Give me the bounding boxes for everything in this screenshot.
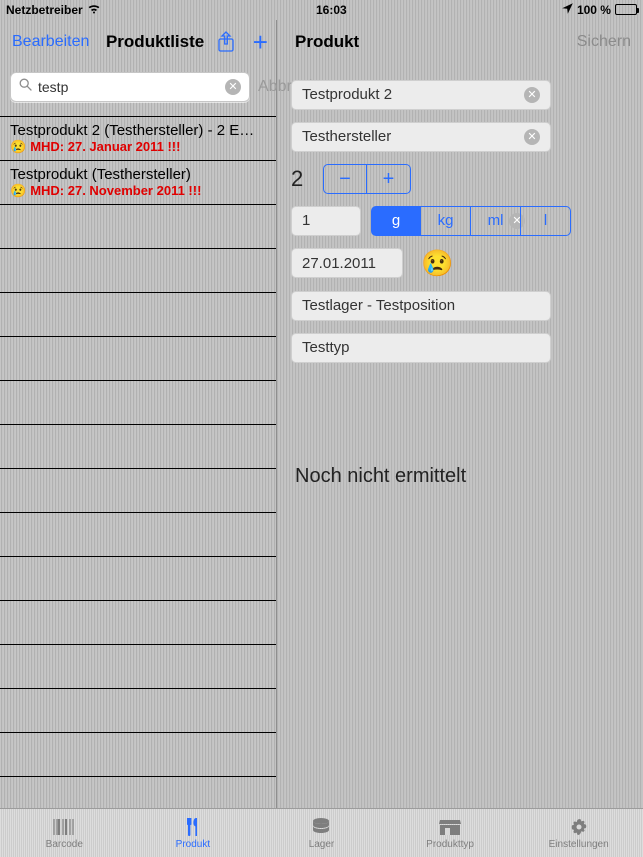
right-navbar: Produkt Sichern <box>277 20 643 64</box>
tab-produkttyp[interactable]: Produkttyp <box>386 809 515 857</box>
storage-field[interactable]: Testlager - Testposition <box>291 291 551 321</box>
status-bar: Netzbetreiber 16:03 100 % <box>0 0 643 20</box>
unit-row: ✕ g kg ml l <box>291 206 629 236</box>
clear-name-button[interactable]: ✕ <box>524 87 540 103</box>
tab-lager[interactable]: Lager <box>257 809 386 857</box>
list-item-title: Testprodukt 2 (Testhersteller) - 2 E… <box>10 122 266 139</box>
right-title: Produkt <box>295 32 359 52</box>
list-item[interactable] <box>0 381 276 425</box>
list-item-mhd: 😢 MHD: 27. Januar 2011 !!! <box>10 139 266 155</box>
list-item[interactable] <box>0 205 276 249</box>
list-item[interactable] <box>0 249 276 293</box>
search-input[interactable] <box>38 79 219 95</box>
quantity-value: 2 <box>291 166 309 192</box>
list-item[interactable]: Testprodukt 2 (Testhersteller) - 2 E… 😢 … <box>0 117 276 161</box>
list-item[interactable] <box>0 733 276 777</box>
list-item[interactable] <box>0 645 276 689</box>
qty-plus-button[interactable]: + <box>367 164 411 194</box>
tab-label: Einstellungen <box>549 839 609 850</box>
share-button[interactable] <box>217 31 235 53</box>
tab-produkt[interactable]: Produkt <box>129 809 258 857</box>
expiry-status-icon: 😢 <box>421 248 453 279</box>
unit-option-kg[interactable]: kg <box>421 206 471 236</box>
statusbar-carrier: Netzbetreiber <box>6 3 83 17</box>
storage-value: Testlager - Testposition <box>302 297 540 314</box>
list-item[interactable] <box>0 469 276 513</box>
list-item[interactable] <box>0 337 276 381</box>
list-item[interactable] <box>0 513 276 557</box>
expiry-date-input[interactable] <box>302 255 501 272</box>
list-item[interactable] <box>0 557 276 601</box>
tab-label: Lager <box>309 839 335 850</box>
barcode-icon <box>51 816 77 838</box>
product-list: Testprodukt 2 (Testhersteller) - 2 E… 😢 … <box>0 116 276 808</box>
location-icon <box>562 3 573 17</box>
save-button[interactable]: Sichern <box>573 29 635 55</box>
product-type-field[interactable]: Testtyp <box>291 333 551 363</box>
edit-button[interactable]: Bearbeiten <box>8 29 93 55</box>
tab-label: Barcode <box>46 839 83 850</box>
unit-segmented: g kg ml l <box>371 206 571 236</box>
clear-search-button[interactable]: ✕ <box>225 79 241 95</box>
battery-icon <box>615 4 637 15</box>
tab-barcode[interactable]: Barcode <box>0 809 129 857</box>
wifi-icon <box>87 3 101 17</box>
product-name-field[interactable]: ✕ <box>291 80 551 110</box>
search-icon <box>19 78 32 96</box>
unit-option-g[interactable]: g <box>371 206 421 236</box>
search-field-container: ✕ <box>10 72 250 102</box>
amount-field[interactable]: ✕ <box>291 206 361 236</box>
add-button[interactable]: + <box>253 29 268 55</box>
list-item[interactable] <box>0 777 276 808</box>
storage-icon <box>308 816 334 838</box>
tab-label: Produkttyp <box>426 839 474 850</box>
list-item-mhd: 😢 MHD: 27. November 2011 !!! <box>10 183 266 199</box>
warn-icon: 😢 <box>10 139 26 155</box>
tab-einstellungen[interactable]: Einstellungen <box>514 809 643 857</box>
cutlery-icon <box>180 816 206 838</box>
tabbar: Barcode Produkt Lager Produkttyp Einstel… <box>0 808 643 857</box>
list-item[interactable] <box>0 689 276 733</box>
product-type-value: Testtyp <box>302 339 540 356</box>
maker-field[interactable]: ✕ <box>291 122 551 152</box>
quantity-stepper: − + <box>323 164 411 194</box>
left-title: Produktliste <box>106 32 204 52</box>
gear-icon <box>566 816 592 838</box>
tab-label: Produkt <box>176 839 210 850</box>
list-item[interactable] <box>0 425 276 469</box>
statusbar-time: 16:03 <box>316 3 347 17</box>
storefront-icon <box>437 816 463 838</box>
warn-icon: 😢 <box>10 183 26 199</box>
qty-minus-button[interactable]: − <box>323 164 367 194</box>
clear-maker-button[interactable]: ✕ <box>524 129 540 145</box>
quantity-row: 2 − + <box>291 164 629 194</box>
list-item[interactable] <box>0 293 276 337</box>
unit-option-l[interactable]: l <box>521 206 571 236</box>
list-item-title: Testprodukt (Testhersteller) <box>10 166 266 183</box>
maker-input[interactable] <box>302 128 516 145</box>
unit-option-ml[interactable]: ml <box>471 206 521 236</box>
nutrition-status-text: Noch nicht ermittelt <box>295 465 629 488</box>
left-pane: Bearbeiten Produktliste + ✕ Abbr <box>0 20 277 808</box>
right-pane: Produkt Sichern ✕ ✕ 2 − + <box>277 20 643 808</box>
list-item[interactable] <box>0 601 276 645</box>
list-item[interactable]: Testprodukt (Testhersteller) 😢 MHD: 27. … <box>0 161 276 205</box>
date-row: 😢 <box>291 248 629 279</box>
product-name-input[interactable] <box>302 86 516 103</box>
expiry-date-field[interactable] <box>291 248 403 278</box>
left-navbar: Bearbeiten Produktliste + <box>0 20 276 64</box>
product-detail: ✕ ✕ 2 − + ✕ <box>277 64 643 504</box>
statusbar-battery-pct: 100 % <box>577 3 611 17</box>
search-row: ✕ Abbrechen <box>0 64 276 116</box>
